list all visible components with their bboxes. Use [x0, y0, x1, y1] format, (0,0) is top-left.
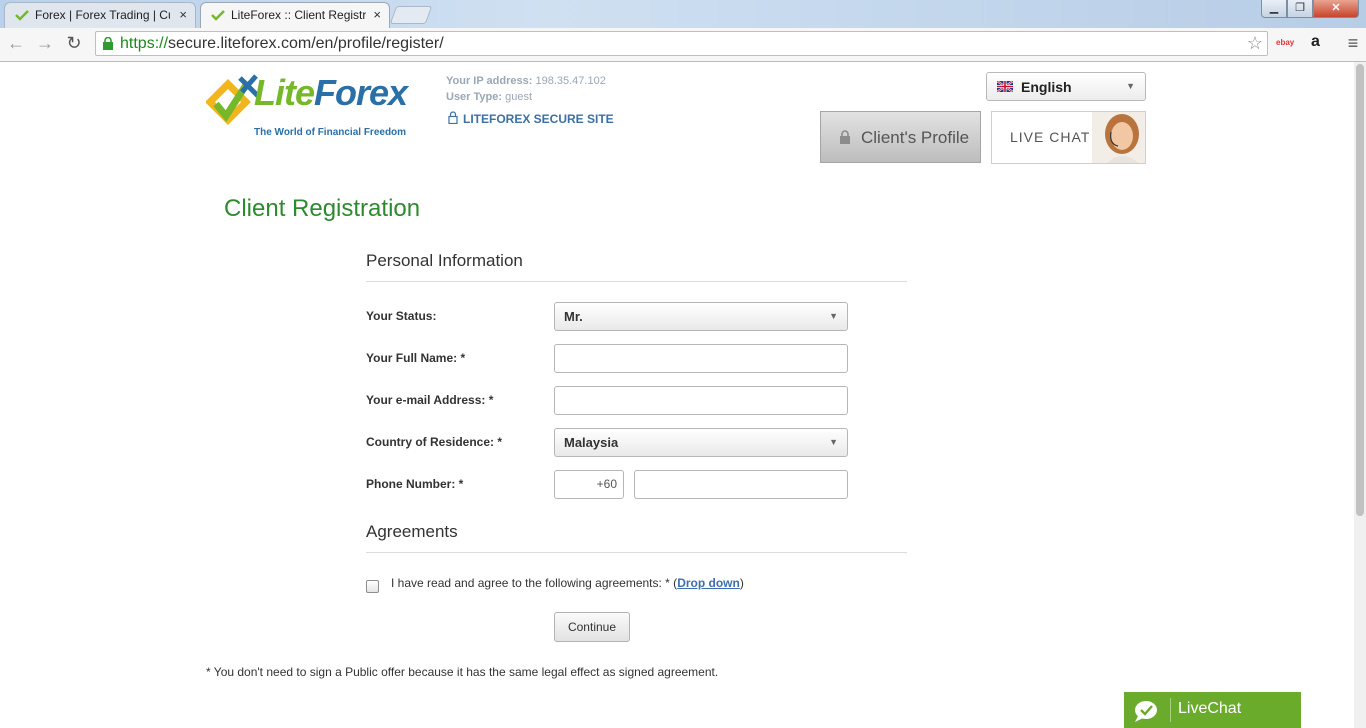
- secure-site-label: LITEFOREX SECURE SITE: [463, 112, 614, 126]
- tab-title: Forex | Forex Trading | Cur: [35, 8, 170, 22]
- email-label: Your e-mail Address: *: [366, 393, 494, 407]
- status-label: Your Status:: [366, 309, 437, 323]
- liteforex-favicon-icon: [211, 10, 225, 21]
- user-type-value: guest: [505, 91, 533, 103]
- chevron-down-icon: ▼: [829, 311, 838, 321]
- chevron-down-icon: ▼: [1126, 81, 1135, 91]
- address-bar[interactable]: https://secure.liteforex.com/en/profile/…: [95, 31, 1268, 56]
- tab-close-icon[interactable]: ×: [373, 3, 381, 27]
- agreements-checkbox[interactable]: [366, 580, 379, 593]
- window-minimize-button[interactable]: ▁: [1261, 0, 1287, 18]
- agreements-heading: Agreements: [366, 522, 458, 541]
- menu-hamburger-icon[interactable]: ≡: [1343, 33, 1363, 53]
- liteforex-logo[interactable]: LiteForex The World of Financial Freedom: [206, 72, 428, 142]
- logo-wordmark: LiteForex: [254, 72, 408, 113]
- country-value: Malaysia: [564, 435, 619, 450]
- page-title: Client Registration: [224, 195, 421, 222]
- client-profile-label: Client's Profile: [861, 128, 970, 147]
- phone-number-input[interactable]: [634, 470, 848, 499]
- livechat-widget-button[interactable]: LiveChat: [1124, 692, 1301, 728]
- logo-tagline: The World of Financial Freedom: [254, 127, 407, 138]
- window-close-button[interactable]: ✕: [1313, 0, 1359, 18]
- browser-tab-strip: Forex | Forex Trading | Cur × LiteForex …: [0, 0, 1366, 28]
- widget-divider: [1170, 698, 1171, 722]
- email-input[interactable]: [554, 386, 848, 415]
- livechat-widget-label: LiveChat: [1178, 700, 1242, 717]
- personal-info-heading: Personal Information: [366, 251, 523, 270]
- forward-arrow-icon[interactable]: →: [35, 33, 55, 53]
- language-value: English: [1021, 79, 1072, 95]
- padlock-icon: [448, 111, 458, 125]
- url-text: https://secure.liteforex.com/en/profile/…: [120, 34, 444, 53]
- user-type-label: User Type:: [446, 91, 503, 103]
- full-name-input[interactable]: [554, 344, 848, 373]
- visitor-info: Your IP address: 198.35.47.102 User Type…: [446, 73, 606, 105]
- public-offer-footnote: * You don't need to sign a Public offer …: [206, 665, 719, 679]
- tab-close-icon[interactable]: ×: [179, 3, 187, 27]
- new-tab-button[interactable]: [389, 6, 433, 24]
- chat-bubble-icon: [1135, 701, 1157, 722]
- ip-label: Your IP address:: [446, 75, 533, 87]
- language-select[interactable]: English ▼: [986, 72, 1146, 101]
- country-select[interactable]: Malaysia ▼: [554, 428, 848, 457]
- section-divider: [366, 552, 907, 553]
- secure-site-badge: LITEFOREX SECURE SITE: [448, 111, 614, 126]
- chevron-down-icon: ▼: [829, 437, 838, 447]
- ssl-lock-icon: [103, 37, 113, 50]
- window-maximize-button[interactable]: ❐: [1287, 0, 1313, 18]
- phone-country-code-field[interactable]: +60: [554, 470, 624, 499]
- liteforex-favicon-icon: [15, 10, 29, 21]
- scrollbar-thumb[interactable]: [1356, 64, 1364, 516]
- url-path: secure.liteforex.com/en/profile/register…: [168, 35, 444, 52]
- full-name-label: Your Full Name: *: [366, 351, 466, 365]
- country-label: Country of Residence: *: [366, 435, 503, 449]
- client-profile-button[interactable]: Client's Profile: [820, 111, 981, 163]
- ip-value: 198.35.47.102: [535, 75, 606, 87]
- url-scheme: https://: [120, 35, 169, 52]
- support-agent-avatar: [1092, 112, 1145, 163]
- padlock-icon: [840, 130, 850, 144]
- status-value: Mr.: [564, 309, 583, 324]
- continue-button[interactable]: Continue: [554, 612, 630, 642]
- live-chat-banner[interactable]: LIVE CHAT: [991, 111, 1146, 164]
- ebay-extension-icon[interactable]: ebay: [1276, 38, 1294, 47]
- bookmark-star-icon[interactable]: ☆: [1247, 33, 1263, 53]
- phone-label: Phone Number: *: [366, 477, 464, 491]
- browser-tab-registration[interactable]: LiteForex :: Client Registrat ×: [200, 2, 390, 28]
- agreements-text: I have read and agree to the following a…: [391, 576, 744, 590]
- reload-icon[interactable]: ↻: [64, 33, 84, 53]
- uk-flag-icon: [997, 81, 1013, 92]
- section-divider: [366, 281, 907, 282]
- browser-tab-forex[interactable]: Forex | Forex Trading | Cur ×: [4, 2, 196, 28]
- drop-down-link[interactable]: Drop down: [677, 576, 740, 590]
- tab-title: LiteForex :: Client Registrat: [231, 8, 366, 22]
- status-select[interactable]: Mr. ▼: [554, 302, 848, 331]
- live-chat-label: LIVE CHAT: [1010, 129, 1091, 145]
- back-arrow-icon[interactable]: ←: [6, 33, 26, 53]
- amazon-extension-icon[interactable]: a: [1311, 33, 1320, 51]
- browser-toolbar: ← → ↻ https://secure.liteforex.com/en/pr…: [0, 28, 1366, 62]
